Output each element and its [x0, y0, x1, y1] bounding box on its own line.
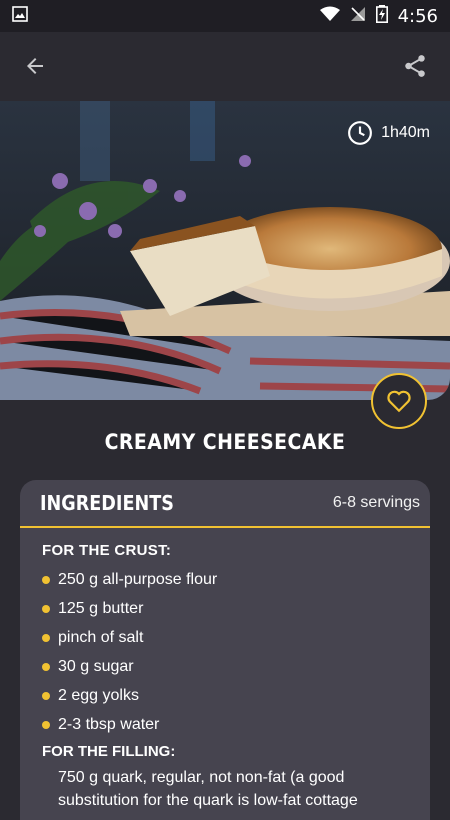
arrow-back-icon — [27, 58, 43, 74]
ingredient-text: pinch of salt — [58, 628, 144, 646]
clock-icon — [348, 121, 372, 145]
wifi-icon — [319, 6, 340, 27]
list-item: 2 egg yolks — [42, 681, 410, 710]
share-icon — [405, 55, 425, 77]
list-item: pinch of salt — [42, 623, 410, 652]
ingredients-body: FOR THE CRUST: 250 g all-purpose flour 1… — [20, 528, 430, 812]
bullet-icon — [42, 691, 50, 700]
ingredient-text: 2 egg yolks — [58, 686, 139, 704]
app-bar — [0, 32, 450, 100]
list-item: 2-3 tbsp water — [42, 710, 410, 739]
bullet-icon — [42, 633, 50, 642]
bullet-icon — [42, 575, 50, 584]
favorite-button[interactable] — [371, 373, 427, 429]
heart-icon — [387, 390, 411, 413]
ingredient-text: 125 g butter — [58, 599, 144, 617]
filling-text: 750 g quark, regular, not non-fat (a goo… — [58, 769, 358, 809]
gallery-icon — [12, 5, 28, 27]
ingredients-title: INGREDIENTS — [40, 491, 174, 515]
back-button[interactable] — [18, 49, 52, 83]
list-item: 250 g all-purpose flour — [42, 565, 410, 594]
ingredient-text: 250 g all-purpose flour — [58, 570, 218, 588]
battery-charging-icon — [375, 4, 388, 28]
servings-label: 6-8 servings — [332, 494, 420, 511]
list-item: 30 g sugar — [42, 652, 410, 681]
ingredients-header: INGREDIENTS 6-8 servings — [20, 480, 430, 528]
bullet-icon — [42, 662, 50, 671]
ingredients-card: INGREDIENTS 6-8 servings FOR THE CRUST: … — [20, 480, 430, 820]
duration-badge: 1h40m — [347, 120, 430, 146]
list-item: 125 g butter — [42, 594, 410, 623]
ingredient-text: 2-3 tbsp water — [58, 715, 160, 733]
bullet-icon — [42, 604, 50, 613]
status-bar: 4:56 — [0, 0, 450, 32]
filling-section-title: FOR THE FILLING: — [42, 743, 176, 760]
ingredient-text: 30 g sugar — [58, 657, 134, 675]
share-button[interactable] — [398, 49, 432, 83]
duration-text: 1h40m — [381, 124, 430, 141]
status-time: 4:56 — [397, 5, 438, 27]
recipe-title: CREAMY CHEESECAKE — [104, 430, 346, 454]
no-signal-icon — [350, 6, 366, 27]
crust-section-title: FOR THE CRUST: — [42, 542, 172, 559]
bullet-icon — [42, 720, 50, 729]
